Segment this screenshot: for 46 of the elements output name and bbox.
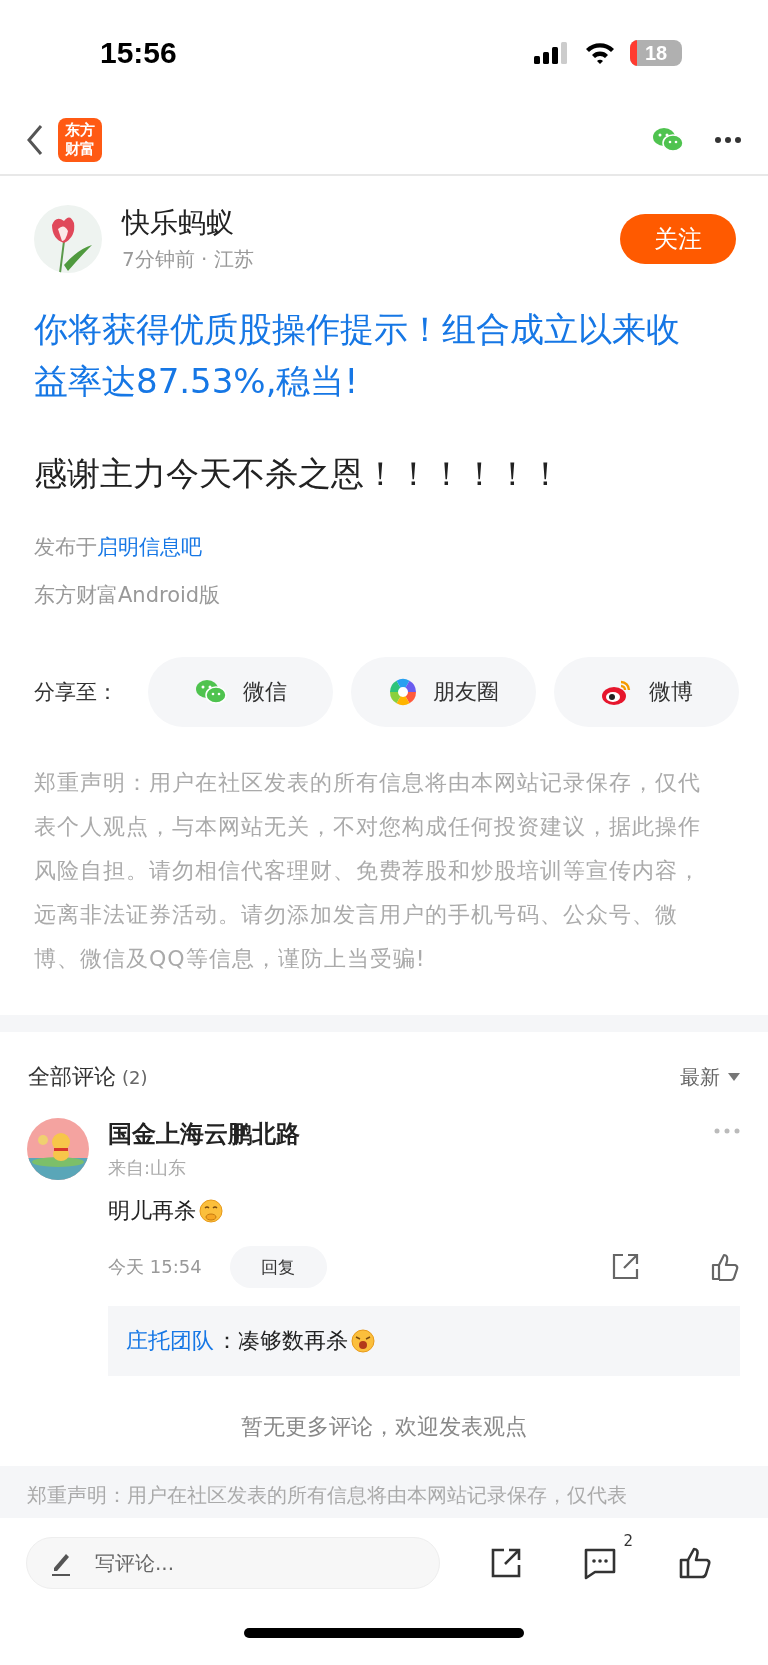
signal-icon <box>534 42 570 64</box>
comment-field[interactable]: 写评论... <box>26 1537 440 1589</box>
sort-dropdown[interactable]: 最新 <box>680 1063 740 1091</box>
comment-button[interactable] <box>583 1546 617 1580</box>
disclaimer-text: 郑重声明：用户在社区发表的所有信息将由本网站记录保存，仅代表个人观点，与本网站无关，不对您构成任何投资建议，据此操作风险自担。请勿相信代客理财、免费荐股和炒股培训等宣传内容，远离非法证券活动。请勿添加发言用户的手机号码、公众号、微博、微信及QQ等信息，谨防上当受骗! <box>34 769 702 973</box>
post-meta: 7分钟前 · 江苏 <box>122 246 255 273</box>
status-time: 15:56 <box>100 36 177 70</box>
share-button[interactable]: 微博 <box>554 657 739 727</box>
wechat-icon <box>652 126 684 154</box>
comment-time: 今天 15:54 <box>108 1255 202 1279</box>
aperture-icon <box>388 678 417 706</box>
share-button[interactable]: 微信 <box>148 657 333 727</box>
commenter-name: 国金上海云鹏北路 <box>108 1119 300 1150</box>
end-note: 暂无更多评论，欢迎发表观点 <box>240 1413 528 1441</box>
promo-link[interactable]: 你将获得优质股操作提示！组合成立以来收益率达87.53%,稳当! <box>34 303 694 407</box>
commenter-origin: 来自:山东 <box>108 1156 188 1180</box>
app-logo: 东方财富 <box>58 118 102 162</box>
caret-icon <box>728 1073 740 1081</box>
share-button[interactable] <box>490 1547 523 1579</box>
wifi-icon <box>584 41 616 65</box>
forum-link[interactable]: 启明信息吧 <box>97 535 202 559</box>
disclaimer-text: 郑重声明：用户在社区发表的所有信息将由本网站记录保存，仅代表 <box>27 1482 628 1509</box>
posted-in-text: 发布于启明信息吧 <box>34 534 203 561</box>
author-name: 快乐蚂蚁 <box>122 205 235 241</box>
comments-title: 全部评论 <box>28 1063 116 1091</box>
comments-count: (2) <box>122 1066 148 1088</box>
share-button[interactable]: 朋友圈 <box>351 657 536 727</box>
reply-text: ：凑够数再杀 <box>216 1327 348 1355</box>
client-text: 东方财富Android版 <box>34 582 222 609</box>
comment-text: 明儿再杀 <box>108 1197 196 1225</box>
reply-author-link[interactable]: 庄托团队 <box>126 1326 214 1356</box>
wechat-icon <box>194 678 227 706</box>
back-button[interactable] <box>26 124 44 156</box>
emoji-icon <box>350 1328 376 1354</box>
like-button[interactable] <box>710 1252 740 1282</box>
weibo-icon <box>600 678 633 706</box>
follow-button[interactable]: 关注 <box>620 213 736 264</box>
comment-count: 2 <box>623 1532 633 1550</box>
battery-icon: 18 <box>630 40 682 66</box>
emoji-icon <box>198 1198 224 1224</box>
share-label: 分享至： <box>34 679 119 706</box>
more-button[interactable] <box>714 136 742 144</box>
post-content: 感谢主力今天不杀之恩！！！！！！ <box>34 453 563 495</box>
like-button[interactable] <box>677 1546 712 1580</box>
reply-button[interactable]: 回复 <box>229 1246 327 1288</box>
share-button[interactable] <box>610 1252 640 1282</box>
